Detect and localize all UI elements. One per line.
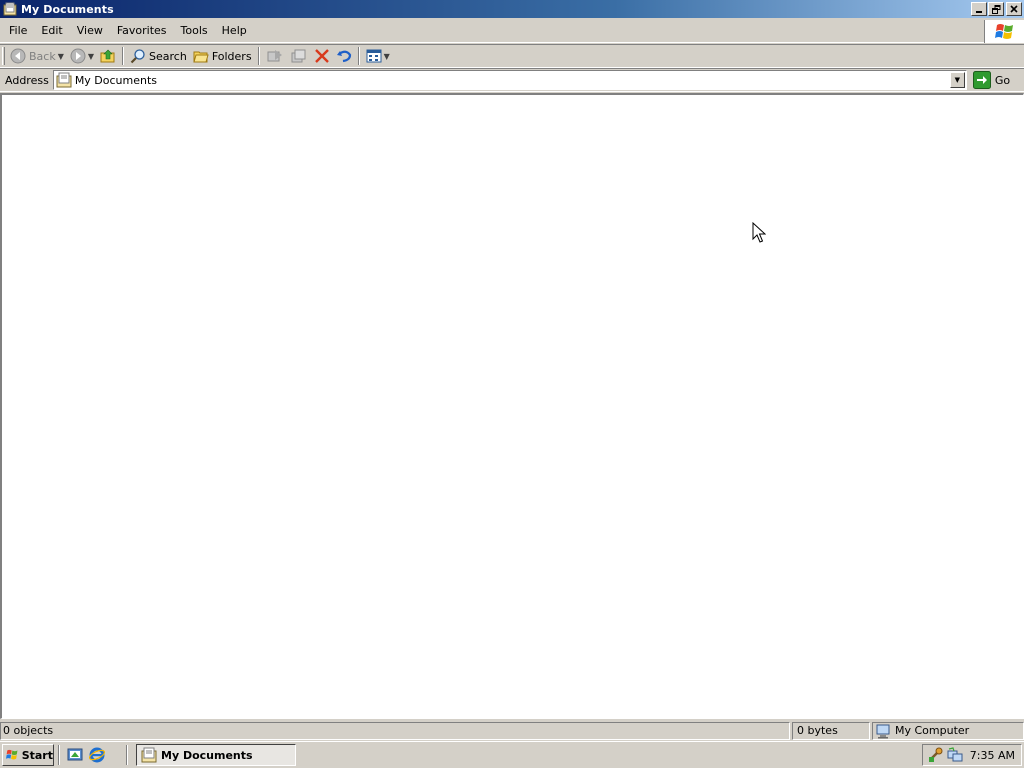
back-label: Back bbox=[29, 49, 56, 63]
tray-network-icon[interactable] bbox=[947, 747, 963, 763]
clock[interactable]: 7:35 AM bbox=[970, 749, 1015, 762]
search-label: Search bbox=[149, 49, 187, 63]
my-computer-icon bbox=[875, 723, 891, 739]
standard-toolbar: Back ▼ ▼ Search Folders ▼ bbox=[0, 44, 1024, 68]
address-bar: Address My Documents ▼ Go bbox=[0, 68, 1024, 92]
folder-documents-icon bbox=[141, 747, 157, 763]
search-button[interactable]: Search bbox=[127, 45, 190, 67]
status-zone-text: My Computer bbox=[895, 724, 970, 737]
quicklaunch-separator bbox=[126, 745, 128, 765]
folders-button[interactable]: Folders bbox=[190, 45, 255, 67]
chevron-down-icon: ▼ bbox=[954, 76, 960, 84]
quicklaunch-separator bbox=[58, 745, 60, 765]
folder-documents-icon bbox=[56, 72, 72, 88]
go-label: Go bbox=[994, 73, 1011, 87]
menu-view[interactable]: View bbox=[70, 21, 110, 41]
delete-icon bbox=[314, 49, 329, 63]
folders-label: Folders bbox=[211, 49, 252, 63]
menu-help[interactable]: Help bbox=[215, 21, 254, 41]
system-tray: 7:35 AM bbox=[922, 744, 1022, 766]
file-list-pane[interactable] bbox=[0, 93, 1024, 719]
toolbar-grip[interactable] bbox=[2, 47, 5, 65]
start-label: Start bbox=[21, 748, 53, 762]
go-button[interactable]: Go bbox=[972, 71, 1011, 89]
up-button[interactable] bbox=[97, 45, 119, 67]
start-button[interactable]: Start bbox=[2, 744, 54, 766]
toolbar-separator bbox=[357, 47, 360, 65]
back-dropdown-icon[interactable]: ▼ bbox=[58, 52, 64, 61]
views-dropdown-icon[interactable]: ▼ bbox=[384, 52, 390, 61]
toolbar-separator bbox=[122, 47, 125, 65]
copy-to-icon bbox=[291, 49, 306, 63]
minimize-button[interactable] bbox=[971, 2, 987, 16]
windows-flag-icon bbox=[994, 23, 1013, 39]
views-button[interactable]: ▼ bbox=[363, 45, 393, 67]
status-bar: 0 objects 0 bytes My Computer bbox=[0, 721, 1024, 740]
copy-to-button[interactable] bbox=[287, 45, 311, 67]
windows-logo bbox=[984, 20, 1024, 43]
address-input[interactable]: My Documents ▼ bbox=[52, 70, 967, 90]
go-arrow-icon bbox=[972, 71, 991, 89]
back-button[interactable]: Back ▼ bbox=[7, 45, 67, 67]
taskbar-button-label: My Documents bbox=[161, 748, 253, 762]
close-button[interactable] bbox=[1006, 2, 1022, 16]
taskbar: Start My Documents 7:35 AM bbox=[0, 741, 1024, 768]
minimize-icon bbox=[976, 11, 982, 13]
forward-button[interactable]: ▼ bbox=[67, 45, 97, 67]
address-dropdown-button[interactable]: ▼ bbox=[949, 72, 965, 88]
forward-dropdown-icon[interactable]: ▼ bbox=[88, 52, 94, 61]
toolbar-separator bbox=[257, 47, 260, 65]
menu-favorites[interactable]: Favorites bbox=[110, 21, 174, 41]
address-value: My Documents bbox=[74, 73, 158, 87]
menu-file[interactable]: File bbox=[2, 21, 34, 41]
status-objects-text: 0 objects bbox=[3, 724, 54, 737]
windows-flag-icon bbox=[6, 749, 18, 760]
restore-icon bbox=[991, 4, 1000, 14]
folder-up-icon bbox=[100, 49, 115, 63]
menu-edit[interactable]: Edit bbox=[34, 21, 69, 41]
close-icon bbox=[1010, 5, 1018, 13]
tray-tools-icon[interactable] bbox=[927, 747, 943, 763]
taskbar-button-my-documents[interactable]: My Documents bbox=[136, 744, 296, 766]
show-desktop-icon[interactable] bbox=[64, 744, 86, 766]
window-title: My Documents bbox=[21, 2, 114, 16]
address-label: Address bbox=[5, 73, 49, 87]
status-size: 0 bytes bbox=[792, 721, 870, 740]
status-objects: 0 objects bbox=[0, 721, 790, 740]
move-to-icon bbox=[267, 50, 282, 62]
folders-icon bbox=[193, 51, 209, 63]
back-arrow-icon bbox=[10, 48, 26, 64]
internet-explorer-icon[interactable] bbox=[86, 744, 108, 766]
delete-button[interactable] bbox=[311, 45, 333, 67]
undo-button[interactable] bbox=[333, 45, 355, 67]
mouse-cursor-icon bbox=[752, 222, 766, 243]
views-icon bbox=[366, 49, 382, 63]
search-icon bbox=[130, 49, 145, 64]
status-size-text: 0 bytes bbox=[797, 724, 838, 737]
forward-arrow-icon bbox=[70, 48, 86, 64]
menu-tools[interactable]: Tools bbox=[174, 21, 215, 41]
window-controls bbox=[970, 2, 1022, 16]
title-bar[interactable]: My Documents bbox=[0, 0, 1024, 18]
move-to-button[interactable] bbox=[263, 45, 287, 67]
status-zone: My Computer bbox=[872, 721, 1024, 740]
folder-documents-icon bbox=[2, 1, 18, 17]
menu-bar: File Edit View Favorites Tools Help bbox=[0, 20, 1024, 43]
undo-icon bbox=[336, 50, 351, 63]
restore-button[interactable] bbox=[988, 2, 1004, 16]
